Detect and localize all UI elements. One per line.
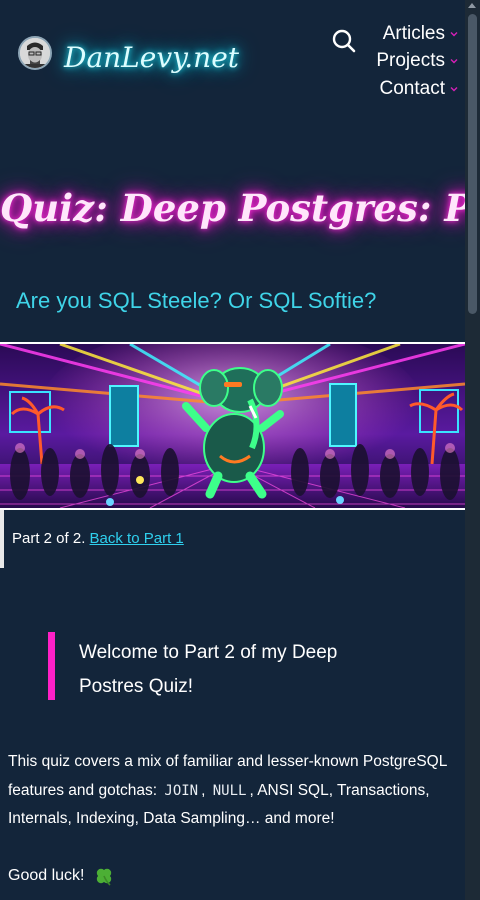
page-scrollbar[interactable] [465, 0, 480, 900]
series-note-text: Part 2 of 2. Back to Part 1 [12, 530, 184, 547]
scroll-up-arrow-icon[interactable] [468, 3, 476, 8]
sign-off: Good luck! [8, 866, 114, 886]
series-note-prefix: Part 2 of 2. [12, 530, 90, 547]
intro-paragraph: This quiz covers a mix of familiar and l… [8, 748, 460, 834]
site-logo-text[interactable]: DanLevy.net [64, 38, 239, 78]
search-icon [332, 29, 356, 53]
nav-item-label: Projects [376, 50, 445, 72]
code-join: JOIN [164, 782, 199, 799]
page: DanLevy.net Articles Projects Contact Qu… [0, 0, 465, 900]
nav-item-articles[interactable]: Articles [366, 20, 458, 48]
welcome-callout-text: Welcome to Part 2 of my Deep Postres Qui… [79, 642, 338, 697]
chevron-down-icon [450, 59, 458, 64]
intro-separator: , [201, 781, 210, 799]
chevron-down-icon [450, 86, 458, 92]
nav-item-contact[interactable]: Contact [366, 75, 458, 103]
nav-item-label: Articles [382, 22, 445, 44]
code-null: NULL [212, 782, 247, 799]
nav-item-label: Contact [379, 77, 445, 99]
sign-off-text: Good luck! [8, 867, 85, 885]
avatar[interactable] [18, 36, 52, 70]
page-title: Quiz: Deep Postgres: Pt. 2 [0, 186, 465, 230]
search-button[interactable] [331, 28, 357, 54]
back-to-part-1-link[interactable]: Back to Part 1 [90, 530, 184, 547]
welcome-callout: Welcome to Part 2 of my Deep Postres Qui… [48, 632, 378, 700]
four-leaf-clover-icon [96, 868, 112, 886]
hero-image [0, 342, 465, 510]
nav-item-projects[interactable]: Projects [366, 48, 458, 76]
series-note: Part 2 of 2. Back to Part 1 [0, 510, 465, 568]
scrollbar-thumb[interactable] [468, 14, 477, 314]
chevron-down-icon [450, 31, 458, 37]
main-nav: Articles Projects Contact [366, 20, 458, 103]
page-subtitle: Are you SQL Steele? Or SQL Softie? [16, 288, 377, 313]
